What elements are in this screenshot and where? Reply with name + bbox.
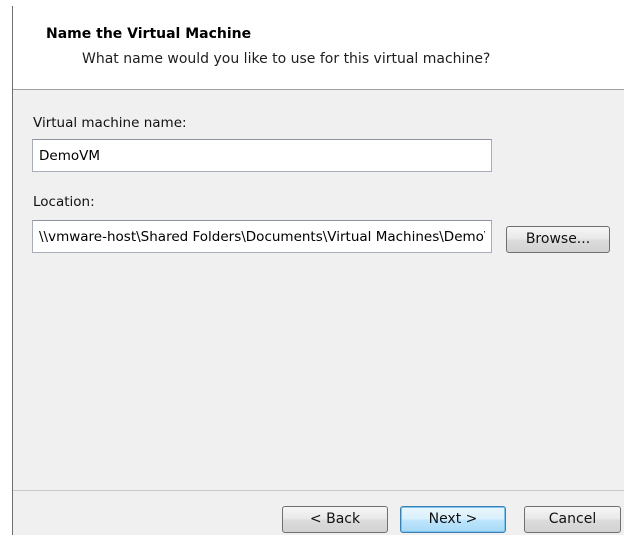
vm-name-input[interactable]: [32, 139, 492, 172]
wizard-step-title: Name the Virtual Machine: [46, 26, 252, 42]
location-label: Location:: [33, 194, 95, 210]
footer-divider: [13, 490, 624, 491]
wizard-step-subtitle: What name would you like to use for this…: [82, 51, 491, 67]
location-input[interactable]: [32, 220, 492, 253]
cancel-button[interactable]: Cancel: [524, 506, 621, 533]
back-button[interactable]: < Back: [282, 506, 388, 533]
vm-name-label: Virtual machine name:: [33, 115, 187, 131]
new-vm-wizard-dialog: Name the Virtual Machine What name would…: [12, 6, 624, 535]
next-button[interactable]: Next >: [400, 506, 506, 533]
wizard-header: Name the Virtual Machine What name would…: [13, 6, 624, 90]
browse-button[interactable]: Browse...: [506, 226, 610, 253]
